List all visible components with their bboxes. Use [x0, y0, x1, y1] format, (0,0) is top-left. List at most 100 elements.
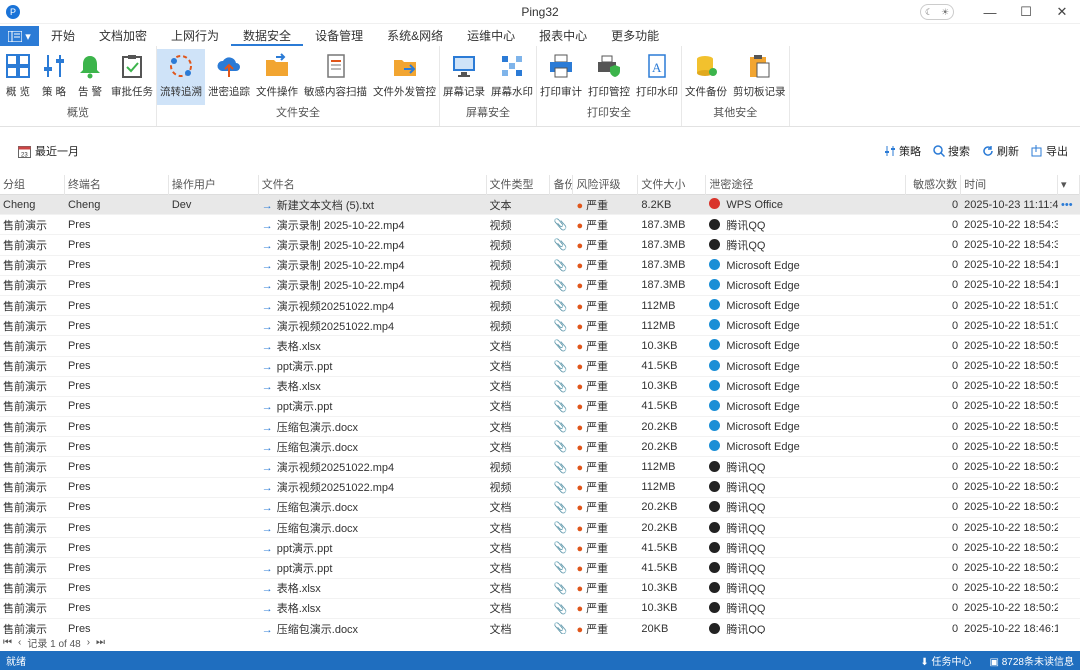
ribbon-button-4-1[interactable]: 剪切板记录 [730, 49, 789, 105]
table-row[interactable]: 售前演示 Pres → 表格.xlsx 文档 📎 ● 严重 10.3KB 腾讯QQ 0 2025-10… [0, 599, 1080, 619]
grid-icon [3, 51, 33, 81]
ribbon-button-0-3[interactable]: 审批任务 [108, 49, 156, 105]
ribbon-button-1-3[interactable]: 敏感内容扫描 [301, 49, 370, 105]
close-button[interactable]: ✕ [1044, 4, 1080, 20]
date-range-button[interactable]: 23 最近一月 [18, 143, 79, 159]
column-header-5[interactable]: 备份 [550, 175, 574, 195]
ribbon-button-3-1[interactable]: 打印管控 [585, 49, 633, 105]
sort-desc-icon[interactable]: ▾ [1058, 175, 1080, 195]
refresh-icon [983, 146, 993, 156]
column-header-10[interactable]: 时间 [961, 175, 1059, 195]
column-header-4[interactable]: 文件类型 [487, 175, 551, 195]
risk-dot-icon: ● [576, 462, 584, 475]
ribbon-button-3-0[interactable]: 打印审计 [537, 49, 585, 105]
table-row[interactable]: 售前演示 Pres → 压缩包演示.docx 文档 📎 ● 严重 20.2KB 腾讯QQ 0 2025… [0, 518, 1080, 539]
menu-tab-6[interactable]: 运维中心 [455, 26, 527, 46]
table-row[interactable]: 售前演示 Pres → 演示录制 2025-10-22.mp4 视频 📎 ● 严重 187.3M… [0, 256, 1080, 276]
table-row[interactable]: 售前演示 Pres → 压缩包演示.docx 文档 📎 ● 严重 20.2KB 腾讯QQ 0 2025… [0, 498, 1080, 518]
menu-tab-2[interactable]: 上网行为 [159, 26, 231, 46]
ribbon-button-1-2[interactable]: 文件操作 [253, 49, 301, 105]
risk-dot-icon: ● [576, 583, 584, 596]
task-center-button[interactable]: ⬇ 任务中心 [920, 653, 971, 668]
paperclip-icon: 📎 [553, 542, 568, 555]
paperclip-icon: 📎 [553, 522, 568, 535]
ribbon-button-1-0[interactable]: 流转追溯 [157, 49, 205, 105]
paperclip-icon: 📎 [553, 380, 568, 393]
table-row[interactable]: 售前演示 Pres → 演示视频20251022.mp4 视频 📎 ● 严重 112MB Micr… [0, 316, 1080, 337]
first-page-button[interactable]: ⏮ [3, 637, 12, 648]
minimize-button[interactable]: — [972, 5, 1008, 20]
search-button[interactable]: 搜索 [933, 143, 970, 159]
column-header-0[interactable]: 分组 [0, 175, 65, 195]
column-header-8[interactable]: 泄密途径 [706, 175, 907, 195]
ribbon-button-0-1[interactable]: 策 略 [36, 49, 72, 105]
table-row[interactable]: 售前演示 Pres → ppt演示.ppt 文档 📎 ● 严重 41.5KB Microsoft … [0, 397, 1080, 418]
cell-9: 0 [951, 198, 959, 211]
table-row[interactable]: 售前演示 Pres → ppt演示.ppt 文档 📎 ● 严重 41.5KB 腾讯QQ 0 2025-… [0, 538, 1080, 559]
menu-tab-5[interactable]: 系统&网络 [375, 26, 455, 46]
column-header-6[interactable]: 风险评级 [573, 175, 639, 195]
table-row[interactable]: 售前演示 Pres → 压缩包演示.docx 文档 📎 ● 严重 20.2KB Microsoft… [0, 417, 1080, 438]
cell-4: 文档 [489, 603, 512, 616]
cell-9: 0 [951, 279, 959, 292]
ribbon-button-4-0[interactable]: 文件备份 [682, 49, 730, 105]
menu-tab-1[interactable]: 文档加密 [87, 26, 159, 46]
cell-4: 文档 [489, 381, 512, 394]
app-menu-button[interactable]: ▾ [0, 26, 39, 46]
risk-text: 严重 [586, 421, 609, 434]
ribbon-button-0-2[interactable]: 告 警 [72, 49, 108, 105]
table-row[interactable]: 售前演示 Pres → 演示录制 2025-10-22.mp4 视频 📎 ● 严重 187.3M… [0, 276, 1080, 296]
menu-tab-8[interactable]: 更多功能 [599, 26, 671, 46]
next-page-button[interactable]: › [87, 637, 90, 648]
last-page-button[interactable]: ⏭ [96, 637, 105, 648]
row-more-icon[interactable]: ••• [1058, 199, 1080, 211]
table-row[interactable]: 售前演示 Pres → 演示录制 2025-10-22.mp4 视频 📎 ● 严重 187.3M… [0, 235, 1080, 256]
cell-7: 10.3KB [641, 339, 678, 352]
ribbon-button-label: 文件外发管控 [373, 86, 436, 98]
table-row[interactable]: 售前演示 Pres → 演示视频20251022.mp4 视频 📎 ● 严重 112MB 腾讯QQ… [0, 457, 1080, 478]
print-watermark-icon: A [642, 51, 672, 81]
table-row[interactable]: 售前演示 Pres → 压缩包演示.docx 文档 📎 ● 严重 20.2KB Microsoft… [0, 437, 1080, 458]
menu-tab-4[interactable]: 设备管理 [303, 26, 375, 46]
table-row[interactable]: 售前演示 Pres → 演示录制 2025-10-22.mp4 视频 📎 ● 严重 187.3M… [0, 215, 1080, 236]
cell-9: 0 [951, 461, 959, 474]
table-row[interactable]: 售前演示 Pres → 表格.xlsx 文档 📎 ● 严重 10.3KB Microsoft Ed… [0, 336, 1080, 357]
menu-tab-0[interactable]: 开始 [39, 26, 87, 46]
ribbon-button-1-1[interactable]: 泄密追踪 [205, 49, 253, 105]
ribbon-button-1-4[interactable]: 文件外发管控 [370, 49, 439, 105]
flow-arrow-icon: → [261, 462, 273, 475]
theme-toggle[interactable]: ☾ ☀ [920, 4, 954, 20]
column-header-2[interactable]: 操作用户 [169, 175, 259, 195]
export-button[interactable]: 导出 [1031, 143, 1068, 159]
cell-risk: ● 严重 [573, 257, 638, 273]
table-row[interactable]: 售前演示 Pres → 表格.xlsx 文档 📎 ● 严重 10.3KB Microsoft Ed… [0, 377, 1080, 397]
column-header-1[interactable]: 终端名 [65, 175, 169, 195]
refresh-button[interactable]: 刷新 [982, 143, 1019, 159]
table-row[interactable]: Cheng Cheng Dev → 新建文本文档 (5).txt 文本 ● 严重 8.2KB WP… [0, 195, 1080, 216]
table-row[interactable]: 售前演示 Pres → 演示视频20251022.mp4 视频 📎 ● 严重 112MB 腾讯QQ… [0, 478, 1080, 498]
table-row[interactable]: 售前演示 Pres → ppt演示.ppt 文档 📎 ● 严重 41.5KB Microsoft … [0, 357, 1080, 377]
ribbon-button-2-0[interactable]: 屏幕记录 [440, 49, 488, 105]
flow-arrow-icon: → [261, 542, 273, 555]
strategy-button[interactable]: 策略 [884, 143, 921, 159]
cell-risk: ● 严重 [573, 560, 638, 576]
ribbon-button-0-0[interactable]: 概 览 [0, 49, 36, 105]
maximize-button[interactable]: ☐ [1008, 4, 1044, 20]
ribbon-button-2-1[interactable]: 屏幕水印 [488, 49, 536, 105]
app-icon [709, 359, 721, 371]
menu-tab-3[interactable]: 数据安全 [231, 26, 304, 46]
prev-page-button[interactable]: ‹ [18, 637, 21, 648]
unread-messages-button[interactable]: ▣ 8728条未读信息 [990, 653, 1074, 668]
table-row[interactable]: 售前演示 Pres → ppt演示.ppt 文档 📎 ● 严重 41.5KB 腾讯QQ 0 2025-… [0, 558, 1080, 579]
column-header-9[interactable]: 敏感次数 [906, 175, 962, 195]
cell-risk: ● 严重 [573, 520, 638, 536]
app-icon [709, 420, 721, 432]
table-row[interactable]: 售前演示 Pres → 表格.xlsx 文档 📎 ● 严重 10.3KB 腾讯QQ 0 2025-10… [0, 579, 1080, 599]
cell-1: Pres [67, 561, 91, 574]
column-header-3[interactable]: 文件名 [259, 175, 487, 195]
ribbon-button-3-2[interactable]: A 打印水印 [633, 49, 681, 105]
column-header-7[interactable]: 文件大小 [638, 175, 707, 195]
table-row[interactable]: 售前演示 Pres → 演示视频20251022.mp4 视频 📎 ● 严重 112MB Micr… [0, 296, 1080, 317]
menu-tab-7[interactable]: 报表中心 [527, 26, 599, 46]
app-icon [709, 622, 721, 634]
